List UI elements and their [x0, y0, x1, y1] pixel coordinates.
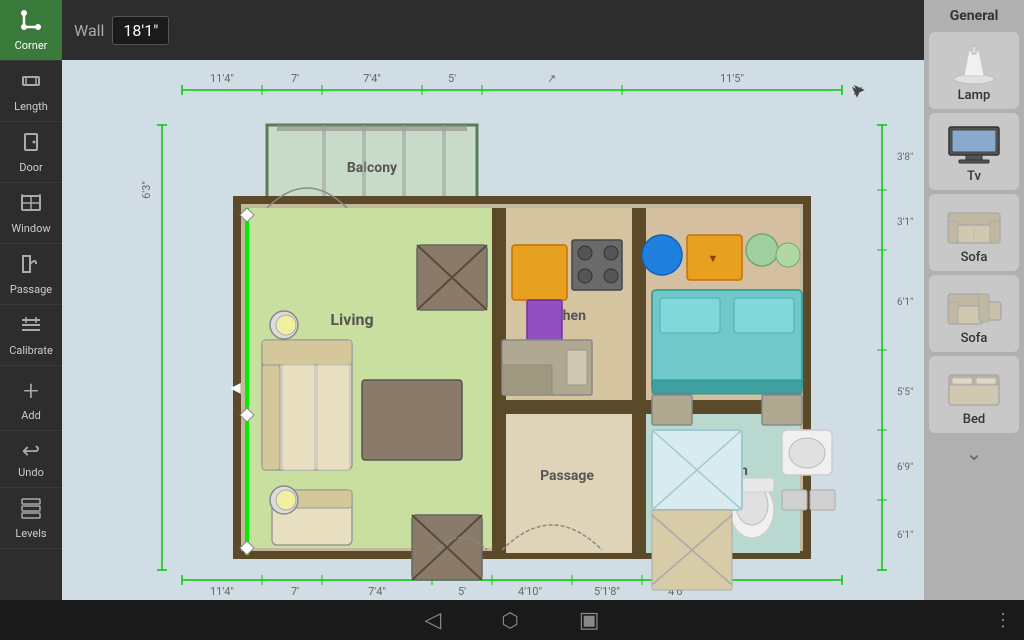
sofa2-icon [939, 281, 1009, 331]
svg-text:11'5": 11'5" [720, 72, 744, 85]
right-item-sofa1[interactable]: Sofa [929, 194, 1019, 271]
window-icon [19, 191, 43, 220]
wall-label: Wall [74, 21, 104, 40]
svg-text:5'1'8": 5'1'8" [594, 585, 620, 598]
floor-plan-area: 11'4" 7' 7'4" 5' ↗ 11'5" ➤ ➤ 18'1" 6'3" … [62, 60, 924, 600]
svg-text:18'1": 18'1" [62, 338, 63, 362]
undo-label: Undo [18, 466, 44, 479]
bed-icon [939, 362, 1009, 412]
svg-text:5': 5' [448, 72, 456, 85]
right-panel: General Lamp Tv [924, 0, 1024, 600]
window-label: Window [11, 222, 50, 235]
svg-text:➤: ➤ [848, 85, 867, 98]
door-icon [19, 130, 43, 159]
tool-undo[interactable]: ↩ Undo [0, 431, 62, 488]
tv-icon [939, 119, 1009, 169]
tool-door[interactable]: Door [0, 122, 62, 183]
length-icon [19, 69, 43, 98]
svg-text:7': 7' [291, 72, 299, 85]
svg-text:7': 7' [291, 585, 299, 598]
tool-calibrate[interactable]: Calibrate [0, 305, 62, 366]
svg-text:7'4": 7'4" [363, 72, 381, 85]
levels-label: Levels [15, 527, 46, 540]
tool-passage[interactable]: Passage [0, 244, 62, 305]
svg-text:6'1": 6'1" [897, 530, 913, 541]
tool-corner[interactable]: Corner [0, 0, 62, 61]
corner-label: Corner [15, 39, 48, 52]
svg-text:6'9": 6'9" [897, 462, 913, 473]
svg-text:Living: Living [330, 310, 373, 329]
tool-length[interactable]: Length [0, 61, 62, 122]
length-label: Length [14, 100, 48, 113]
svg-text:3'8": 3'8" [897, 152, 913, 163]
svg-text:4'10": 4'10" [518, 585, 542, 598]
corner-icon [19, 8, 43, 37]
sofa2-label: Sofa [961, 331, 988, 346]
right-item-tv[interactable]: Tv [929, 113, 1019, 190]
lamp-label: Lamp [958, 88, 991, 103]
left-toolbar: Corner Length Door [0, 0, 62, 600]
tv-label: Tv [967, 169, 981, 184]
svg-text:11'4": 11'4" [210, 72, 234, 85]
sofa1-icon [939, 200, 1009, 250]
bed-label: Bed [963, 412, 986, 427]
tool-window[interactable]: Window [0, 183, 62, 244]
svg-text:Passage: Passage [540, 468, 594, 484]
sofa1-label: Sofa [961, 250, 988, 265]
undo-icon: ↩ [22, 439, 40, 464]
svg-text:7'4": 7'4" [368, 585, 386, 598]
svg-text:6'1": 6'1" [897, 297, 913, 308]
bottom-bar: ◁ ⬡ ▣ ⋮ [0, 600, 1024, 640]
wall-value[interactable]: 18'1" [112, 16, 169, 45]
tool-levels[interactable]: Levels [0, 488, 62, 549]
top-bar: Wall 18'1" [62, 0, 924, 60]
svg-text:6'3": 6'3" [140, 181, 153, 199]
add-label: Add [21, 409, 41, 422]
svg-text:◀: ◀ [230, 380, 241, 396]
add-icon: + [23, 374, 39, 407]
right-item-sofa2[interactable]: Sofa [929, 275, 1019, 352]
svg-text:▼: ▼ [708, 252, 719, 265]
svg-text:3'1": 3'1" [897, 217, 913, 228]
right-item-lamp[interactable]: Lamp [929, 32, 1019, 109]
more-button[interactable]: ⋮ [994, 610, 1012, 631]
scroll-indicator: ⌄ [966, 441, 983, 465]
levels-icon [19, 496, 43, 525]
right-panel-title: General [950, 8, 999, 24]
svg-text:5'5": 5'5" [897, 387, 913, 398]
svg-text:11'4": 11'4" [210, 585, 234, 598]
svg-text:↗: ↗ [547, 72, 557, 86]
lamp-icon [939, 38, 1009, 88]
recents-button[interactable]: ▣ [579, 608, 600, 633]
passage-label: Passage [10, 283, 52, 296]
svg-text:5': 5' [458, 585, 466, 598]
home-button[interactable]: ⬡ [501, 608, 518, 632]
svg-text:Balcony: Balcony [347, 160, 398, 176]
right-item-bed[interactable]: Bed [929, 356, 1019, 433]
calibrate-label: Calibrate [9, 344, 53, 357]
door-label: Door [19, 161, 43, 174]
passage-icon [19, 252, 43, 281]
calibrate-icon [19, 313, 43, 342]
back-button[interactable]: ◁ [424, 608, 441, 633]
tool-add[interactable]: + Add [0, 366, 62, 431]
